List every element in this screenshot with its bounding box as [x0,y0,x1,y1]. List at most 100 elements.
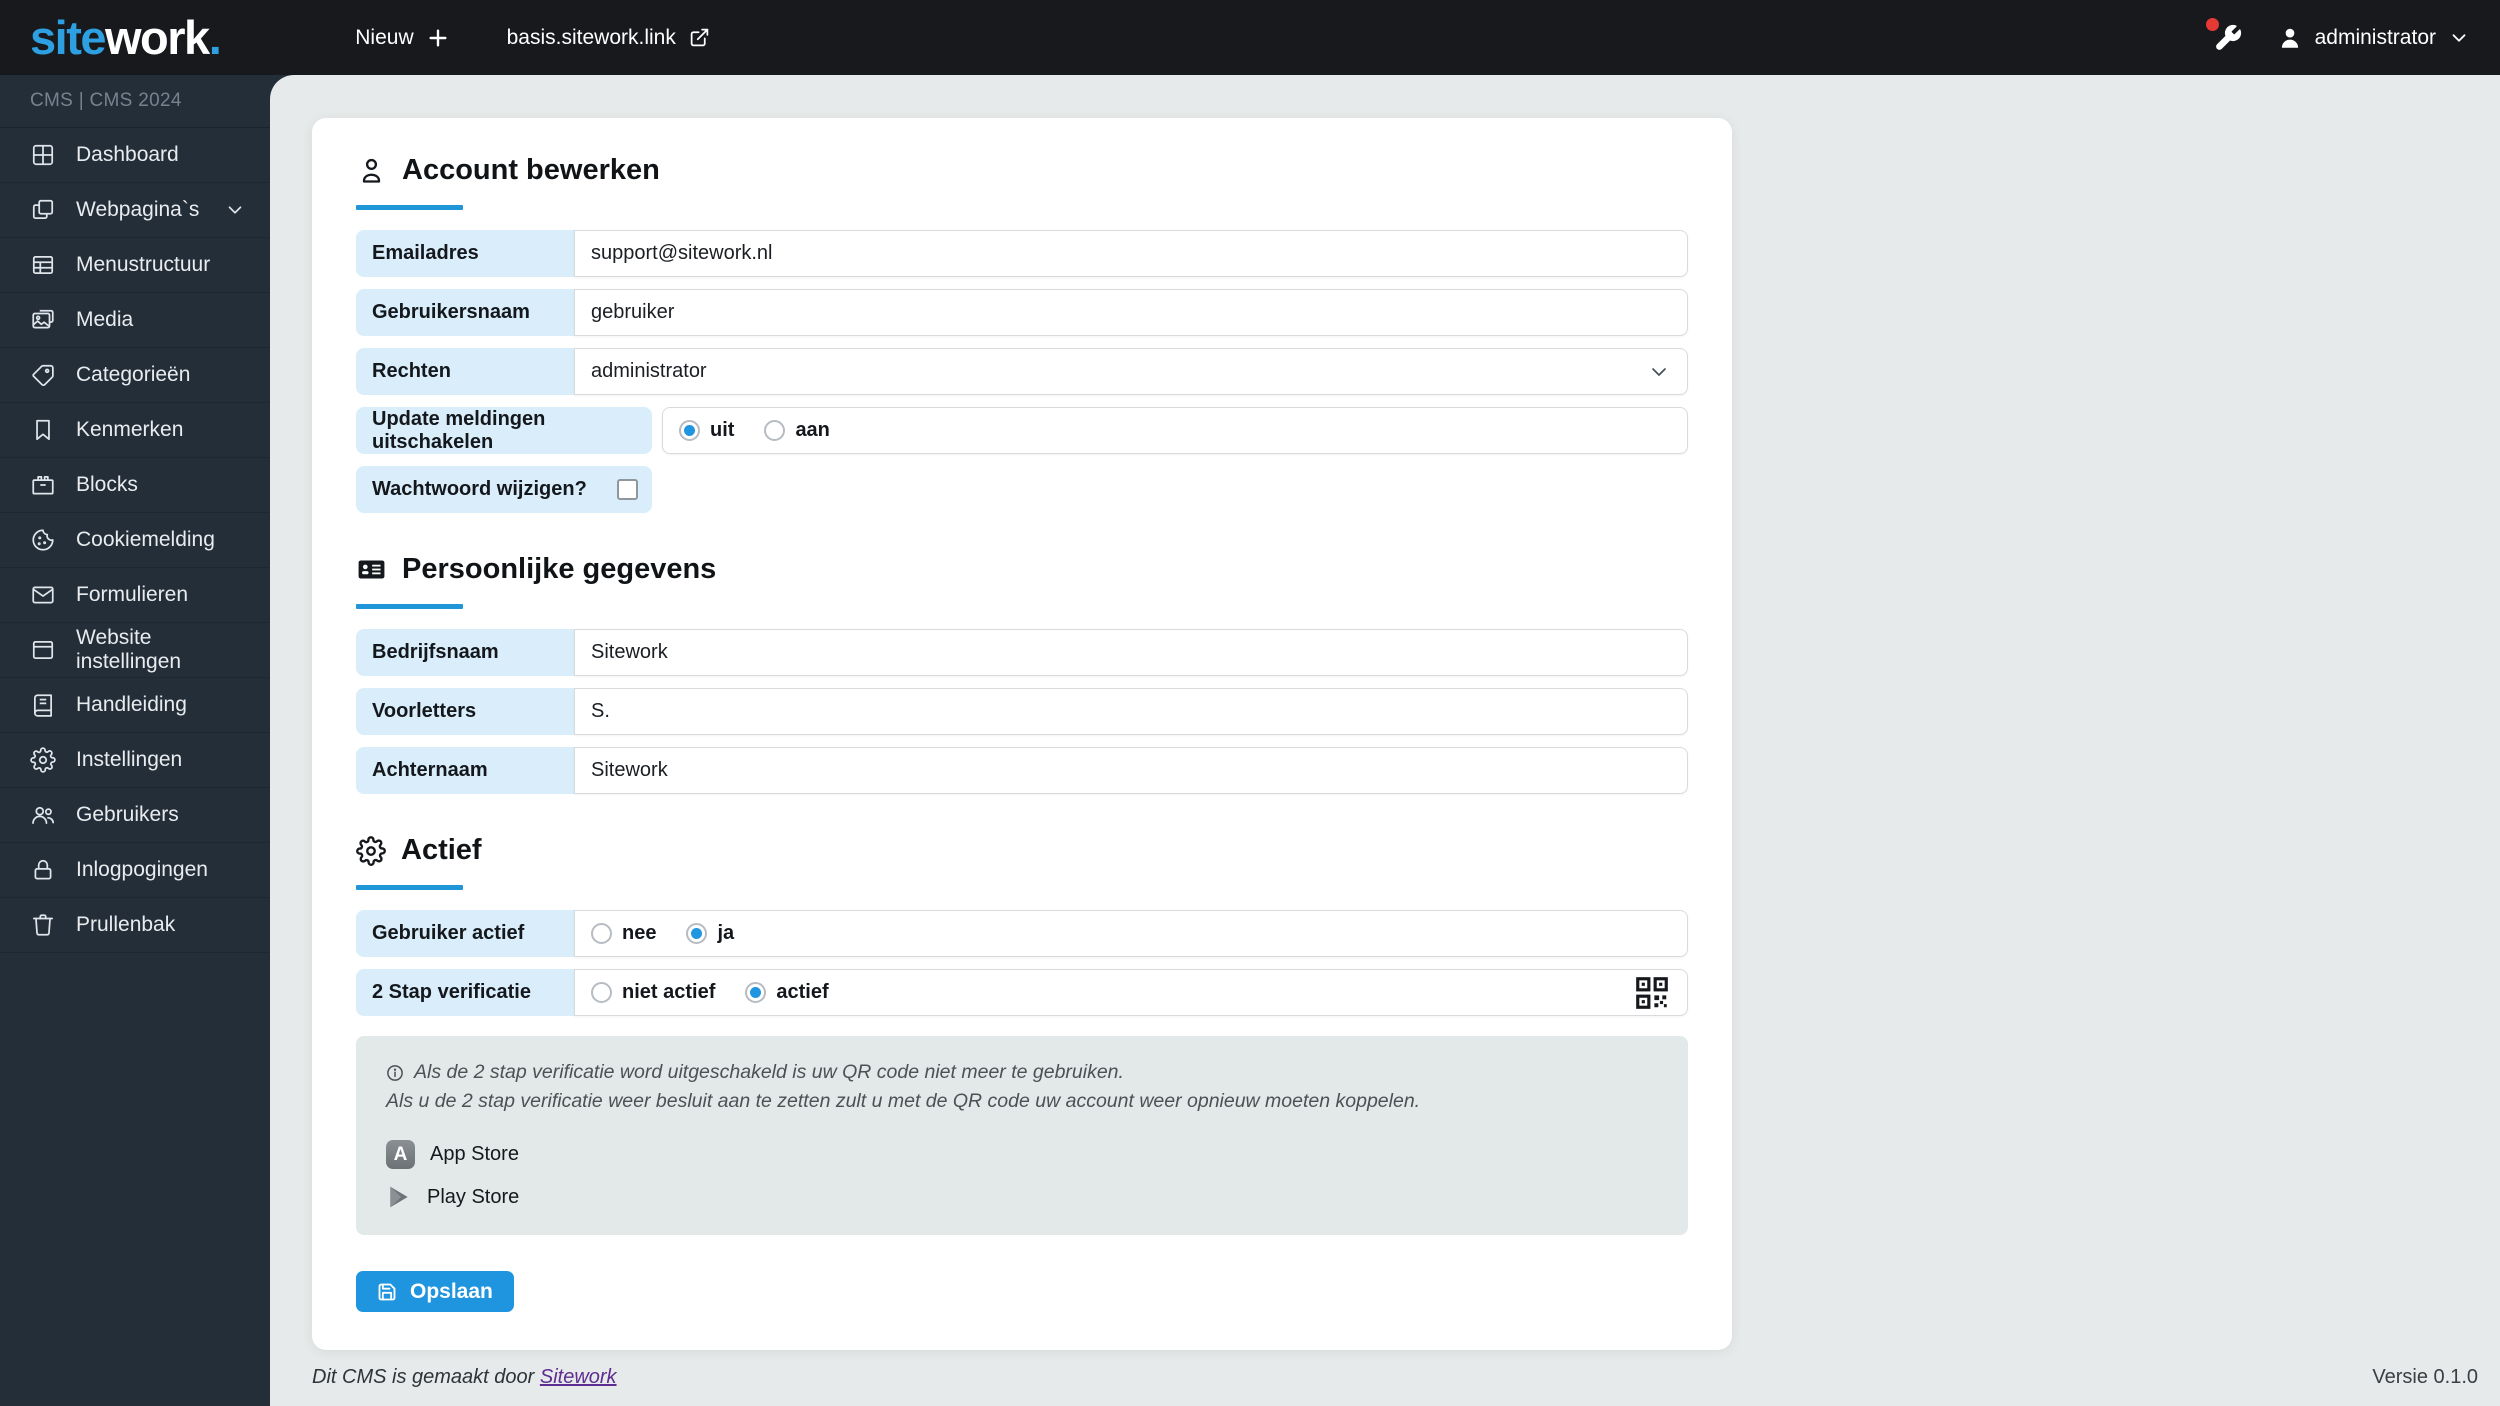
radio-option-ja[interactable]: ja [686,922,734,945]
sidebar-item-blocks[interactable]: Blocks [0,458,270,513]
sidebar-item-inlogpogingen[interactable]: Inlogpogingen [0,843,270,898]
sidebar-item-label: Instellingen [76,748,183,771]
initials-input[interactable]: S. [574,688,1688,735]
account-rows: Emailadres support@sitework.nl Gebruiker… [356,230,1688,513]
radio-unselected-icon[interactable] [591,923,612,944]
chevron-down-icon[interactable] [224,199,246,221]
sidebar-item-label: Inlogpogingen [76,858,208,881]
update-notifications-field: uit aan [662,407,1688,454]
user-name: administrator [2314,25,2436,49]
section-header-account: Account bewerken [356,154,1688,187]
user-menu[interactable]: administrator [2277,25,2470,51]
radio-option-nee[interactable]: nee [591,922,656,945]
personal-rows: Bedrijfsnaam Sitework Voorletters S. Ach… [356,629,1688,794]
mail-icon [30,582,56,608]
new-menu-label: Nieuw [355,25,414,49]
sitework-logo[interactable]: sitework. [30,10,222,65]
sidebar-item-media[interactable]: Media [0,293,270,348]
sidebar-item-gebruikers[interactable]: Gebruikers [0,788,270,843]
save-button[interactable]: Opslaan [356,1271,514,1312]
sidebar: CMS | CMS 2024 Dashboard Webpagina`s Men… [0,75,270,1406]
section-underline [356,205,463,210]
user-active-field: nee ja [574,910,1688,957]
radio-selected-icon[interactable] [686,923,708,944]
tag-icon [30,362,56,388]
sidebar-item-prullenbak[interactable]: Prullenbak [0,898,270,953]
external-link-icon [689,27,710,48]
company-label: Bedrijfsnaam [356,629,574,676]
radio-option-label: actief [776,981,829,1003]
lastname-input[interactable]: Sitework [574,747,1688,794]
trash-icon [30,912,56,938]
app-store-link[interactable]: A App Store [386,1140,1658,1169]
info-text: Als de 2 stap verificatie word uitgescha… [414,1061,1124,1083]
radio-unselected-icon[interactable] [591,982,612,1003]
section-title: Account bewerken [402,154,660,186]
app-store-icon: A [386,1140,415,1169]
change-password-checkbox[interactable] [617,479,638,500]
sidebar-item-webpaginas[interactable]: Webpagina`s [0,183,270,238]
play-store-link[interactable]: Play Store [386,1183,1658,1211]
footer-credit-text: Dit CMS is gemaakt door [312,1366,540,1388]
save-button-label: Opslaan [410,1279,493,1303]
user-active-label: Gebruiker actief [356,910,574,957]
two-step-radio-group: niet actief actief [591,981,829,1004]
info-text: Als u de 2 stap verificatie weer besluit… [386,1090,1421,1112]
new-menu-button[interactable]: Nieuw [355,26,448,50]
radio-option-uit[interactable]: uit [679,419,734,442]
sidebar-item-handleiding[interactable]: Handleiding [0,678,270,733]
email-label: Emailadres [356,230,574,277]
sidebar-item-instellingen[interactable]: Instellingen [0,733,270,788]
radio-option-label: nee [622,922,657,944]
section-title: Actief [401,834,482,866]
gear-icon [30,747,56,773]
user-icon [2277,25,2303,51]
footer-sitework-link[interactable]: Sitework [540,1366,617,1388]
app-store-label: App Store [430,1143,519,1165]
radio-option-aan[interactable]: aan [764,419,830,442]
radio-selected-icon[interactable] [679,420,700,441]
sidebar-item-kenmerken[interactable]: Kenmerken [0,403,270,458]
info-icon [386,1064,404,1082]
sidebar-item-website-instellingen[interactable]: Website instellingen [0,623,270,678]
radio-option-actief[interactable]: actief [745,981,829,1004]
sidebar-item-menustructuur[interactable]: Menustructuur [0,238,270,293]
sidebar-item-label: Handleiding [76,693,187,716]
radio-unselected-icon[interactable] [764,420,786,441]
email-input[interactable]: support@sitework.nl [574,230,1688,277]
section-header-personal: Persoonlijke gegevens [356,553,1688,586]
site-link-label: basis.sitework.link [506,25,676,49]
sidebar-item-label: Cookiemelding [76,528,215,551]
maintenance-wrench-button[interactable] [2205,17,2243,53]
username-input[interactable]: gebruiker [574,289,1688,336]
dashboard-icon [30,142,56,168]
id-card-icon [356,554,387,585]
sidebar-item-label: Prullenbak [76,913,176,936]
lastname-label: Achternaam [356,747,574,794]
two-step-label: 2 Stap verificatie [356,969,574,1016]
sidebar-item-categorieen[interactable]: Categorieën [0,348,270,403]
sidebar-item-formulieren[interactable]: Formulieren [0,568,270,623]
radio-option-label: niet actief [622,981,716,1003]
radio-selected-icon[interactable] [745,982,767,1003]
sidebar-item-label: Webpagina`s [76,198,200,221]
account-form-card: Account bewerken Emailadres support@site… [312,118,1732,1350]
qr-code-icon[interactable] [1633,974,1671,1012]
sidebar-item-label: Kenmerken [76,418,184,441]
radio-option-niet-actief[interactable]: niet actief [591,981,715,1004]
play-store-icon [386,1183,412,1211]
menu-structure-icon [30,252,56,278]
rights-select[interactable]: administrator [574,348,1688,395]
sidebar-item-label: Menustructuur [76,253,211,276]
two-step-info-box: Als de 2 stap verificatie word uitgescha… [356,1036,1688,1235]
radio-option-label: aan [795,419,830,441]
users-icon [30,802,56,828]
update-notifications-radio-group: uit aan [679,419,830,442]
footer-credit: Dit CMS is gemaakt door Sitework [312,1366,617,1389]
sidebar-item-dashboard[interactable]: Dashboard [0,128,270,183]
update-notifications-label: Update meldingen uitschakelen [356,407,652,454]
company-input[interactable]: Sitework [574,629,1688,676]
sidebar-item-label: Categorieën [76,363,191,386]
sidebar-item-cookiemelding[interactable]: Cookiemelding [0,513,270,568]
site-link[interactable]: basis.sitework.link [507,26,710,50]
